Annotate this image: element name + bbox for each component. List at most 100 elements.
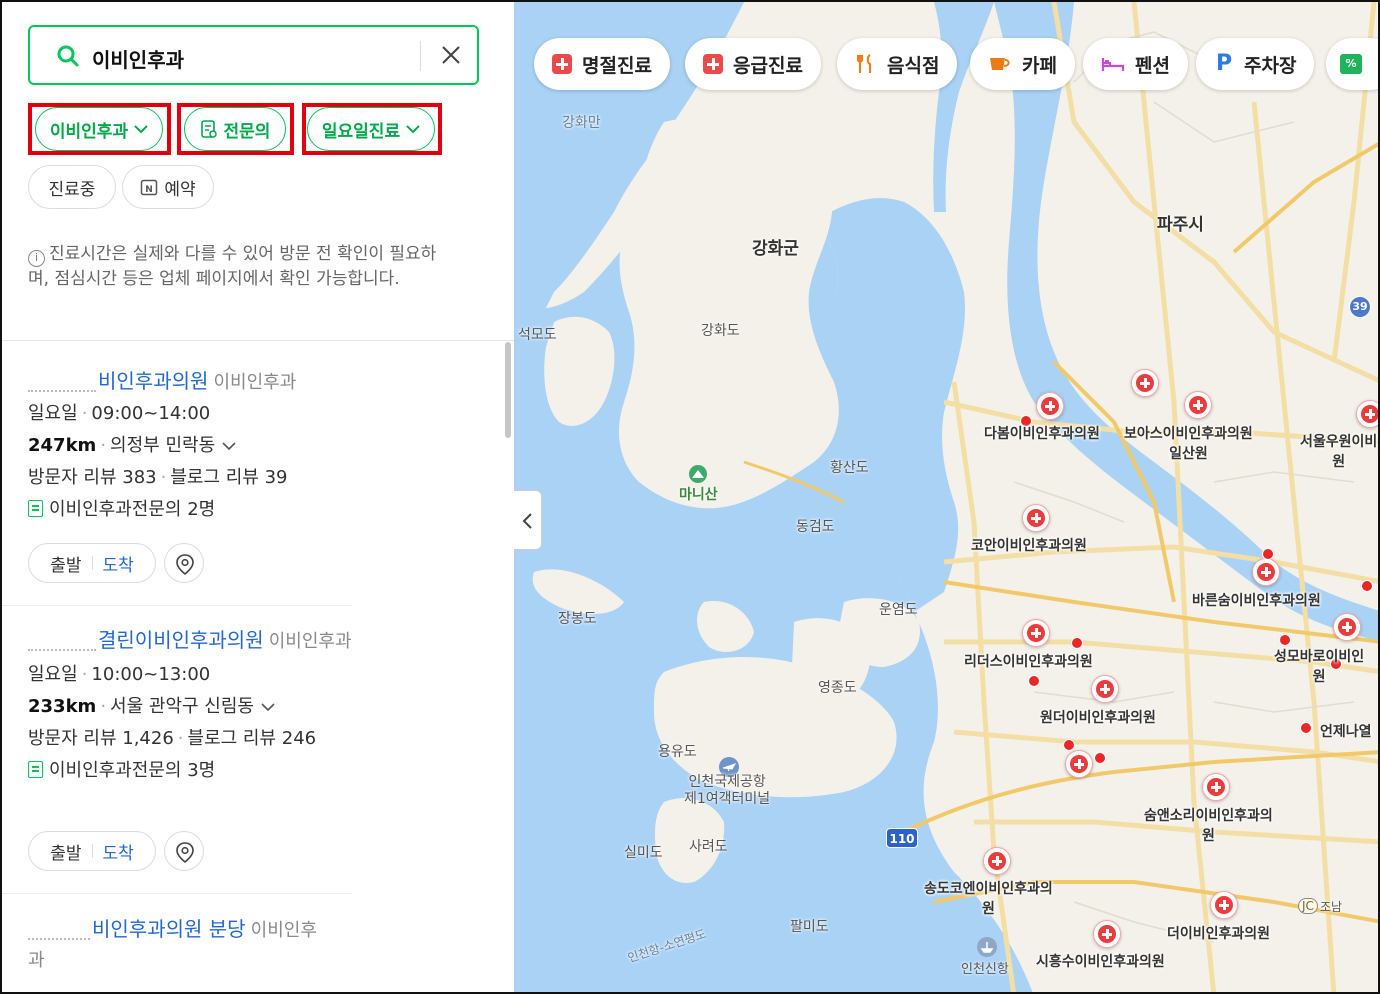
- separator-dot: ·: [177, 728, 184, 749]
- medical-cross-icon: [1189, 396, 1207, 414]
- chevron-down-icon[interactable]: [221, 441, 237, 451]
- category-chip-parking[interactable]: P 주차장: [1196, 38, 1315, 90]
- result-name[interactable]: 결린이비인후과의원: [98, 628, 264, 652]
- result-item[interactable]: 비인후과의원 분당 이비인후과: [28, 914, 328, 976]
- hospital-marker[interactable]: [1184, 391, 1212, 419]
- medical-cross-icon: [1136, 374, 1154, 392]
- search-query[interactable]: 이비인후과: [92, 44, 184, 73]
- result-hours: 10:00~13:00: [91, 664, 211, 685]
- hospital-label[interactable]: 서울우원이비 원: [1300, 432, 1377, 472]
- location-pin-button[interactable]: [164, 831, 204, 871]
- hospital-label[interactable]: 다봄이비인후과의원: [984, 424, 1100, 444]
- result-visitor-reviews[interactable]: 방문자 리뷰 383: [28, 467, 157, 488]
- hospital-label[interactable]: 리더스이비인후과의원: [964, 652, 1093, 672]
- map-marker-dot[interactable]: [1262, 548, 1274, 560]
- arrive-button[interactable]: 도착: [103, 551, 134, 576]
- depart-button[interactable]: 출발: [50, 839, 81, 864]
- svg-text:N: N: [146, 185, 154, 195]
- category-chip-holiday-care[interactable]: 명절진료: [534, 38, 670, 90]
- map-marker-dot[interactable]: [1063, 739, 1075, 751]
- result-day: 일요일: [28, 403, 78, 424]
- hospital-marker[interactable]: [1091, 675, 1119, 703]
- hospital-marker[interactable]: [1131, 369, 1159, 397]
- result-blog-reviews[interactable]: 블로그 리뷰 39: [170, 467, 287, 488]
- scrollbar[interactable]: [505, 342, 511, 438]
- filter-chip-label: 일요일진료: [321, 121, 401, 142]
- result-name[interactable]: 비인후과의원 분당: [92, 917, 246, 941]
- hospital-label[interactable]: 시흥수이비인후과의원: [1036, 952, 1165, 972]
- category-label: 펜션: [1135, 54, 1170, 77]
- route-buttons: 출발 도착: [28, 831, 156, 871]
- result-name[interactable]: 비인후과의원: [98, 369, 208, 393]
- hospital-marker[interactable]: [1333, 613, 1361, 641]
- map-marker-dot[interactable]: [1028, 675, 1040, 687]
- map-marker-dot[interactable]: [1094, 752, 1106, 764]
- search-input[interactable]: 이비인후과: [28, 25, 479, 85]
- map-view[interactable]: 강화만 강화군 파주시 강화도 석모도 황산도 동검도 마니산 장봉도 운염도 …: [514, 2, 1378, 992]
- map-marker-dot[interactable]: [1300, 722, 1312, 734]
- hospital-marker[interactable]: [1210, 891, 1238, 919]
- result-item[interactable]: 비인후과의원 이비인후과 일요일 · 09:00~14:00 247km · 의정부 민…: [28, 366, 352, 526]
- hospital-label[interactable]: 언제나열: [1320, 722, 1372, 742]
- certificate-icon: [28, 761, 43, 778]
- result-blog-reviews[interactable]: 블로그 리뷰 246: [188, 728, 317, 749]
- filter-chip-reservation[interactable]: N 예약: [122, 165, 214, 209]
- hospital-marker[interactable]: [1036, 392, 1064, 420]
- hospital-marker[interactable]: [1022, 504, 1050, 532]
- result-area[interactable]: 의정부 민락동: [110, 435, 215, 456]
- arrive-button[interactable]: 도착: [103, 839, 134, 864]
- map-label: 파주시: [1157, 215, 1204, 235]
- result-item[interactable]: 결린이비인후과의원 이비인후과 일요일 · 10:00~13:00 233km · 서울…: [28, 625, 352, 787]
- hospital-marker[interactable]: [1252, 558, 1280, 586]
- filter-chip-open-now[interactable]: 진료중: [28, 165, 116, 209]
- divider: [91, 556, 93, 570]
- hospital-label[interactable]: 더이비인후과의원: [1167, 924, 1270, 944]
- result-distance: 233km: [28, 696, 97, 717]
- collapse-panel-button[interactable]: [514, 490, 542, 550]
- depart-button[interactable]: 출발: [50, 551, 81, 576]
- filter-chip-ent[interactable]: 이비인후과: [35, 107, 163, 151]
- medical-cross-icon: [1207, 778, 1225, 796]
- map-label: 강화만: [562, 115, 601, 131]
- hospital-marker[interactable]: [1356, 400, 1378, 428]
- hospital-marker[interactable]: [1093, 920, 1121, 948]
- map-marker-dot[interactable]: [1361, 580, 1373, 592]
- hospital-label[interactable]: 성모바로이비인 원: [1274, 647, 1364, 687]
- hospital-label[interactable]: 송도코엔이비인후과의 원: [924, 879, 1053, 919]
- medical-cross-icon: [1361, 405, 1378, 423]
- chevron-down-icon[interactable]: [260, 702, 276, 712]
- hospital-marker[interactable]: [1065, 750, 1093, 778]
- category-chip-emergency[interactable]: 응급진료: [685, 38, 821, 90]
- hospital-label[interactable]: 바른숨이비인후과의원: [1192, 591, 1321, 611]
- hospital-label[interactable]: 숨앤소리이비인후과의 원: [1144, 806, 1273, 846]
- map-marker-dot[interactable]: [1071, 637, 1083, 649]
- hospital-label[interactable]: 원더이비인후과의원: [1040, 708, 1156, 728]
- close-icon[interactable]: [437, 41, 465, 69]
- category-chip-restaurant[interactable]: 음식점: [837, 38, 958, 90]
- hospital-label[interactable]: 코안이비인후과의원: [971, 536, 1087, 556]
- map-pin-icon: [176, 554, 194, 576]
- location-pin-button[interactable]: [164, 543, 204, 583]
- coffee-cup-icon: [990, 58, 1010, 70]
- filter-chip-sunday[interactable]: 일요일진료: [307, 107, 435, 151]
- category-chip-cafe[interactable]: 카페: [970, 38, 1075, 90]
- map-label: 팔미도: [790, 919, 829, 935]
- search-divider: [420, 41, 421, 71]
- hospital-marker[interactable]: [1202, 773, 1230, 801]
- hospital-marker[interactable]: [1022, 619, 1050, 647]
- chevron-down-icon: [406, 125, 420, 134]
- map-marker-dot[interactable]: [1279, 634, 1291, 646]
- filter-chip-specialist[interactable]: 전문의: [184, 107, 286, 151]
- category-chip-more[interactable]: %: [1326, 38, 1378, 90]
- category-chip-pension[interactable]: 펜션: [1083, 38, 1188, 90]
- map-pin-icon: [176, 842, 194, 864]
- hospital-marker[interactable]: [983, 847, 1011, 875]
- map-label: 황산도: [830, 460, 869, 476]
- hospital-label[interactable]: 보아스이비인후과의원 일산원: [1124, 424, 1253, 464]
- separator-dot: ·: [100, 696, 107, 717]
- naver-booking-icon: N: [141, 179, 158, 196]
- map-label: 석모도: [518, 327, 557, 343]
- result-visitor-reviews[interactable]: 방문자 리뷰 1,426: [28, 728, 174, 749]
- result-area[interactable]: 서울 관악구 신림동: [110, 696, 254, 717]
- medical-cross-icon: [552, 54, 572, 74]
